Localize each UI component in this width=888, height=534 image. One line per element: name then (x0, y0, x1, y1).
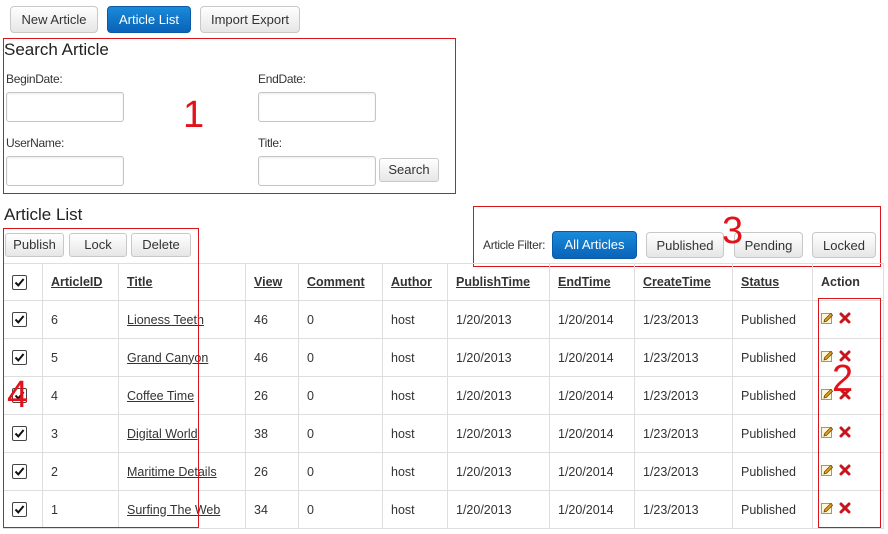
header-status[interactable]: Status (732, 263, 813, 301)
cell-comment: 0 (298, 300, 383, 339)
cell-view: 38 (245, 414, 299, 453)
header-comment[interactable]: Comment (298, 263, 383, 301)
import-export-button[interactable]: Import Export (200, 6, 300, 33)
cell-author: host (382, 338, 448, 377)
filter-pending-button[interactable]: Pending (734, 232, 803, 258)
begin-date-label: BeginDate: (6, 72, 63, 86)
cell-create-time: 1/23/2013 (634, 490, 733, 529)
cell-publish-time: 1/20/2013 (447, 338, 550, 377)
filter-all-articles-button[interactable]: All Articles (552, 231, 637, 259)
cell-create-time: 1/23/2013 (634, 452, 733, 491)
annotation-number-3: 3 (722, 210, 744, 252)
annotation-box-2 (818, 298, 881, 528)
begin-date-input[interactable] (6, 92, 124, 122)
header-end-time[interactable]: EndTime (549, 263, 635, 301)
filter-locked-button[interactable]: Locked (812, 232, 876, 258)
cell-status: Published (732, 376, 813, 415)
cell-author: host (382, 300, 448, 339)
cell-comment: 0 (298, 452, 383, 491)
cell-end-time: 1/20/2014 (549, 338, 635, 377)
header-author[interactable]: Author (382, 263, 448, 301)
cell-create-time: 1/23/2013 (634, 414, 733, 453)
cell-comment: 0 (298, 376, 383, 415)
cell-author: host (382, 490, 448, 529)
cell-view: 26 (245, 376, 299, 415)
cell-comment: 0 (298, 490, 383, 529)
cell-create-time: 1/23/2013 (634, 338, 733, 377)
header-publish-time-label[interactable]: PublishTime (456, 275, 530, 289)
header-action: Action (812, 263, 884, 301)
filter-published-button[interactable]: Published (646, 232, 724, 258)
cell-view: 34 (245, 490, 299, 529)
cell-author: host (382, 414, 448, 453)
annotation-number-4: 4 (7, 374, 29, 416)
header-status-label[interactable]: Status (741, 275, 779, 289)
header-comment-label[interactable]: Comment (307, 275, 365, 289)
new-article-button[interactable]: New Article (10, 6, 98, 33)
cell-status: Published (732, 490, 813, 529)
cell-comment: 0 (298, 338, 383, 377)
title-label: Title: (258, 136, 282, 150)
cell-status: Published (732, 414, 813, 453)
search-button[interactable]: Search (379, 158, 439, 182)
title-input[interactable] (258, 156, 376, 186)
header-end-time-label[interactable]: EndTime (558, 275, 611, 289)
cell-view: 46 (245, 300, 299, 339)
article-list-button[interactable]: Article List (107, 6, 191, 33)
cell-create-time: 1/23/2013 (634, 300, 733, 339)
cell-comment: 0 (298, 414, 383, 453)
cell-status: Published (732, 452, 813, 491)
end-date-label: EndDate: (258, 72, 306, 86)
cell-end-time: 1/20/2014 (549, 452, 635, 491)
end-date-input[interactable] (258, 92, 376, 122)
header-view[interactable]: View (245, 263, 299, 301)
annotation-box-4 (3, 228, 199, 528)
cell-publish-time: 1/20/2013 (447, 490, 550, 529)
cell-publish-time: 1/20/2013 (447, 452, 550, 491)
header-create-time[interactable]: CreateTime (634, 263, 733, 301)
annotation-number-1: 1 (183, 94, 205, 136)
annotation-number-2: 2 (832, 358, 854, 400)
cell-view: 26 (245, 452, 299, 491)
header-create-time-label[interactable]: CreateTime (643, 275, 711, 289)
cell-view: 46 (245, 338, 299, 377)
cell-end-time: 1/20/2014 (549, 490, 635, 529)
cell-publish-time: 1/20/2013 (447, 414, 550, 453)
cell-end-time: 1/20/2014 (549, 414, 635, 453)
cell-publish-time: 1/20/2013 (447, 376, 550, 415)
cell-create-time: 1/23/2013 (634, 376, 733, 415)
header-author-label[interactable]: Author (391, 275, 432, 289)
cell-publish-time: 1/20/2013 (447, 300, 550, 339)
header-view-label[interactable]: View (254, 275, 282, 289)
cell-end-time: 1/20/2014 (549, 300, 635, 339)
cell-author: host (382, 376, 448, 415)
article-filter-label: Article Filter: (483, 238, 546, 252)
cell-author: host (382, 452, 448, 491)
article-list-heading: Article List (4, 205, 83, 224)
header-action-label: Action (821, 275, 860, 289)
header-publish-time[interactable]: PublishTime (447, 263, 550, 301)
search-heading: Search Article (4, 40, 109, 59)
cell-status: Published (732, 300, 813, 339)
cell-status: Published (732, 338, 813, 377)
username-label: UserName: (6, 136, 64, 150)
cell-end-time: 1/20/2014 (549, 376, 635, 415)
username-input[interactable] (6, 156, 124, 186)
